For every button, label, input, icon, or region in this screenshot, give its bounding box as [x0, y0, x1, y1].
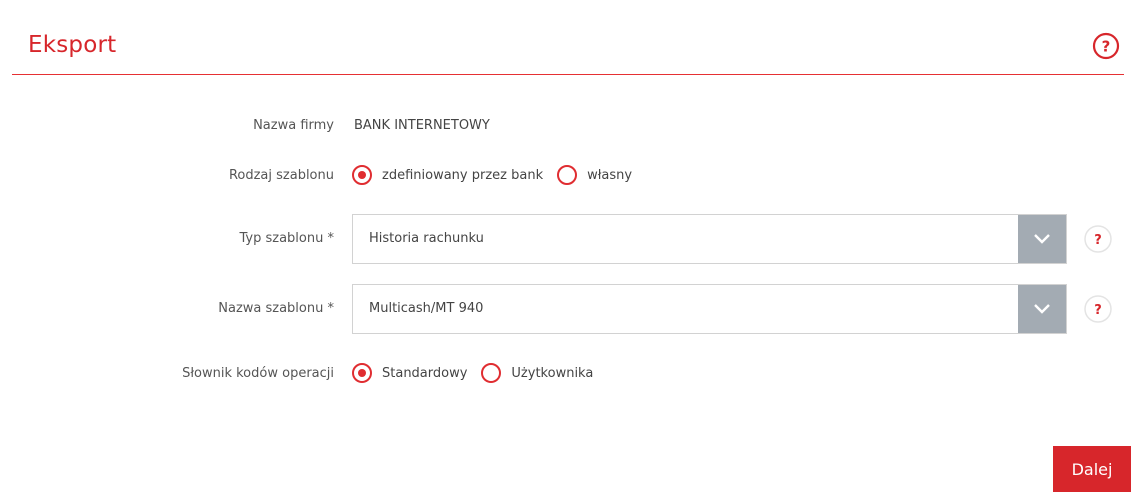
- template-type-help-icon[interactable]: ?: [1084, 225, 1112, 253]
- template-kind-row: Rodzaj szablonu zdefiniowany przez bank …: [0, 165, 1136, 189]
- svg-text:?: ?: [1094, 233, 1102, 248]
- radio-own[interactable]: własny: [557, 165, 632, 185]
- template-type-label: Typ szablonu *: [239, 231, 335, 246]
- radio-checked-icon[interactable]: [352, 165, 372, 185]
- template-name-label: Nazwa szablonu *: [218, 301, 334, 316]
- question-circle-icon[interactable]: ?: [1092, 32, 1120, 60]
- template-kind-label: Rodzaj szablonu: [228, 168, 334, 183]
- chevron-down-icon: [1034, 234, 1050, 244]
- template-type-select[interactable]: Historia rachunku: [352, 214, 1067, 264]
- template-type-value: Historia rachunku: [369, 231, 484, 246]
- template-kind-radio-group: zdefiniowany przez bank własny: [352, 165, 646, 185]
- template-name-value: Multicash/MT 940: [369, 301, 484, 316]
- company-label: Nazwa firmy: [253, 118, 334, 133]
- dropdown-arrow[interactable]: [1018, 285, 1066, 333]
- radio-own-label: własny: [587, 167, 633, 183]
- svg-text:?: ?: [1102, 38, 1111, 56]
- dictionary-row: Słownik kodów operacji Standardowy Użytk…: [0, 363, 1136, 387]
- radio-checked-icon[interactable]: [352, 363, 372, 383]
- page-title: Eksport: [28, 32, 117, 58]
- radio-bank-defined[interactable]: zdefiniowany przez bank: [352, 165, 543, 185]
- company-row: Nazwa firmy BANK INTERNETOWY: [0, 118, 1136, 138]
- template-name-select[interactable]: Multicash/MT 940: [352, 284, 1067, 334]
- dictionary-radio-group: Standardowy Użytkownika: [352, 363, 607, 383]
- radio-standard-label: Standardowy: [382, 365, 468, 381]
- export-panel: Eksport ? Nazwa firmy BANK INTERNETOWY R…: [0, 0, 1136, 502]
- dropdown-arrow[interactable]: [1018, 215, 1066, 263]
- template-name-help-icon[interactable]: ?: [1084, 295, 1112, 323]
- svg-text:?: ?: [1094, 303, 1102, 318]
- radio-unchecked-icon[interactable]: [557, 165, 578, 185]
- template-type-row: Typ szablonu * Historia rachunku ?: [0, 214, 1136, 264]
- next-button[interactable]: Dalej: [1053, 446, 1131, 492]
- radio-unchecked-icon[interactable]: [481, 363, 502, 383]
- chevron-down-icon: [1034, 304, 1050, 314]
- radio-user-label: Użytkownika: [511, 365, 594, 381]
- radio-bank-defined-label: zdefiniowany przez bank: [382, 167, 544, 183]
- radio-standard[interactable]: Standardowy: [352, 363, 467, 383]
- radio-user[interactable]: Użytkownika: [481, 363, 593, 383]
- dictionary-label: Słownik kodów operacji: [182, 366, 334, 381]
- template-name-row: Nazwa szablonu * Multicash/MT 940 ?: [0, 284, 1136, 334]
- panel-header: Eksport ?: [12, 24, 1124, 75]
- company-value: BANK INTERNETOWY: [354, 118, 490, 133]
